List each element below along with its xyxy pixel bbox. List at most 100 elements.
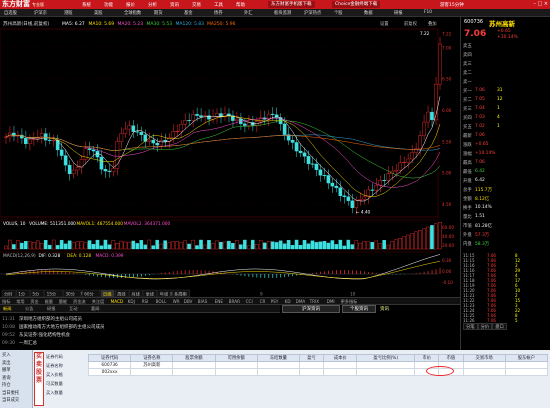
menu-item-8[interactable]: 外汇 (244, 10, 253, 16)
menu-item-14[interactable]: F10 (424, 10, 432, 15)
positions-header-0[interactable]: 证券代码 (87, 354, 132, 362)
trade-op-3[interactable]: 可买数量 (46, 381, 63, 387)
indicator-tab-7[interactable]: MACD (111, 299, 124, 304)
positions-header-7[interactable]: 盈亏比例(%) (356, 354, 416, 362)
positions-header-1[interactable]: 证券名称 (130, 354, 174, 362)
news-tab-4[interactable]: 要闻 (91, 306, 99, 312)
stock-news-button[interactable]: 个股资讯 (342, 305, 376, 313)
trade-nav-6[interactable]: 当日成交 (2, 397, 19, 403)
candle-body (426, 111, 430, 123)
top-menu-4[interactable]: 资讯 (170, 2, 179, 8)
top-menu-7[interactable]: 帮助 (236, 2, 245, 8)
indicator-tab-9[interactable]: RSI (142, 299, 149, 304)
top-menu-5[interactable]: 交易 (192, 2, 201, 8)
news-tab-2[interactable]: 研报 (47, 306, 55, 312)
trade-op-1[interactable]: 证券名称 (46, 363, 63, 369)
news-tab-1[interactable]: 公告 (25, 306, 33, 312)
menu-item-1[interactable]: 沪深京 (34, 10, 47, 16)
trade-nav-2[interactable]: 撤单 (2, 367, 11, 373)
quote-tab-1[interactable]: 分价 (477, 323, 493, 330)
kline-chart-area[interactable]: 苏州高新(日线,前复权) MA5: 6.27 MA10: 5.69 MA20: 5.2… (0, 17, 460, 298)
positions-row[interactable]: 600736 苏州高新 (87, 361, 549, 369)
indicator-tab-8[interactable]: KDJ (128, 299, 135, 304)
candle-body (75, 166, 80, 171)
trade-op-0[interactable]: 证券代码 (46, 354, 63, 360)
menu-item-9[interactable]: 板块监测 (274, 10, 291, 16)
indicator-tab-22[interactable]: DMI (327, 299, 335, 304)
volume-bar (123, 241, 128, 250)
promo-mobile-button[interactable]: 东方财富手机版下载 (268, 1, 315, 8)
top-menu-3[interactable]: 分析 (148, 2, 157, 8)
top-menu-0[interactable]: 系统 (82, 2, 91, 8)
menu-item-13[interactable]: 研报 (394, 10, 403, 16)
positions-header-10[interactable]: 交易市场 (462, 354, 506, 362)
positions-header-8[interactable]: 市价 (414, 354, 440, 362)
menu-item-10[interactable]: 沪深热点 (304, 10, 321, 16)
quote-tab-2[interactable]: 盘口 (492, 323, 507, 330)
volume-bar (286, 239, 291, 250)
ma-line-1 (5, 115, 441, 197)
indicator-tab-19[interactable]: KD (285, 299, 291, 304)
news-item[interactable]: 11:31 深圳地方组织部的主组公司成员 (2, 316, 82, 322)
window-controls[interactable]: – □ × (533, 1, 548, 7)
positions-row[interactable]: 002xxx (87, 368, 549, 376)
menu-item-3[interactable]: 美股 (94, 10, 103, 16)
top-menu-6[interactable]: 工具 (214, 2, 223, 8)
top-menu-1[interactable]: 功能 (104, 2, 113, 8)
trade-nav-3[interactable]: 查询 (2, 375, 11, 381)
trade-nav-4[interactable]: 持仓 (2, 382, 11, 388)
positions-cell (323, 361, 358, 369)
indicator-tab-14[interactable]: ENE (215, 299, 223, 304)
market-news-button[interactable]: 沪深资讯 (282, 305, 340, 313)
positions-header-5[interactable]: 盈亏 (298, 354, 325, 362)
positions-header-9[interactable]: 市值 (438, 354, 464, 362)
indicator-tab-18[interactable]: PSY (271, 299, 279, 304)
quote-row-label: 金额 (463, 197, 472, 202)
menu-item-6[interactable]: 基金 (184, 10, 193, 16)
kline-chart-svg[interactable]: 苏州高新(日线,前复权) MA5: 6.27 MA10: 5.69 MA20: 5.2… (0, 17, 460, 298)
buy-sell-button[interactable]: 买卖股票 (34, 352, 44, 406)
news-item[interactable]: 09:52 东吴证券:强化结构性机会 (2, 332, 70, 338)
indicator-tab-15[interactable]: BRAR (229, 299, 240, 304)
menu-item-7[interactable]: 债券 (214, 10, 223, 16)
menu-item-5[interactable]: 期货 (154, 10, 163, 16)
news-item[interactable]: 09:30 一周汇总 (2, 340, 37, 346)
quote-tab-0[interactable]: 分笔 (463, 323, 478, 330)
indicator-tab-21[interactable]: TRIX (310, 299, 320, 304)
positions-header-3[interactable]: 可用余额 (214, 354, 258, 362)
menu-item-4[interactable]: 全球指数 (124, 10, 141, 16)
candle-body (27, 139, 32, 145)
news-item[interactable]: 10:08 国家推动南方大地方组织部的主组公司成员 (2, 324, 104, 330)
quote-row-value: +10.14% (475, 151, 496, 156)
promo-choice-button[interactable]: Choice金融终端下载 (332, 1, 381, 8)
menu-item-11[interactable]: 个股 (334, 10, 343, 16)
trade-op-4[interactable]: 买入数量 (46, 390, 63, 396)
top-menu-2[interactable]: 报价 (126, 2, 135, 8)
indicator-tab-13[interactable]: BIAS (198, 299, 208, 304)
indicator-tab-16[interactable]: CCI (246, 299, 253, 304)
candle-body (318, 169, 323, 176)
indicator-tab-12[interactable]: DBV (184, 299, 193, 304)
indicator-tab-11[interactable]: WR (173, 299, 180, 304)
indicator-tab-17[interactable]: CR (260, 299, 266, 304)
trade-nav-0[interactable]: 买入 (2, 352, 11, 358)
news-tab-3[interactable]: 互动 (69, 306, 77, 312)
news-tab-0[interactable]: 新闻 (3, 306, 11, 312)
volume-bar (239, 244, 243, 250)
vol-legend-0: VOLUS, 10 (3, 221, 26, 227)
volume-bar (398, 237, 402, 250)
ma-line-2 (5, 118, 441, 188)
indicator-tab-20[interactable]: DMA (296, 299, 306, 304)
trade-nav-1[interactable]: 卖出 (2, 360, 11, 366)
indicator-tab-10[interactable]: BOLL (156, 299, 167, 304)
positions-header-2[interactable]: 股票余额 (172, 354, 216, 362)
trade-nav-5[interactable]: 当日委托 (2, 390, 19, 396)
positions-header-6[interactable]: 成本价 (323, 354, 358, 362)
positions-header-11[interactable]: 股东帐户 (504, 354, 549, 362)
menu-item-0[interactable]: 自选股 (4, 10, 17, 16)
trade-op-2[interactable]: 买入价格 (46, 372, 63, 378)
menu-item-12[interactable]: 数据 (364, 10, 373, 16)
volume-bar (191, 239, 195, 250)
menu-item-2[interactable]: 港股 (64, 10, 73, 16)
positions-header-4[interactable]: 冻结数量 (256, 354, 300, 362)
